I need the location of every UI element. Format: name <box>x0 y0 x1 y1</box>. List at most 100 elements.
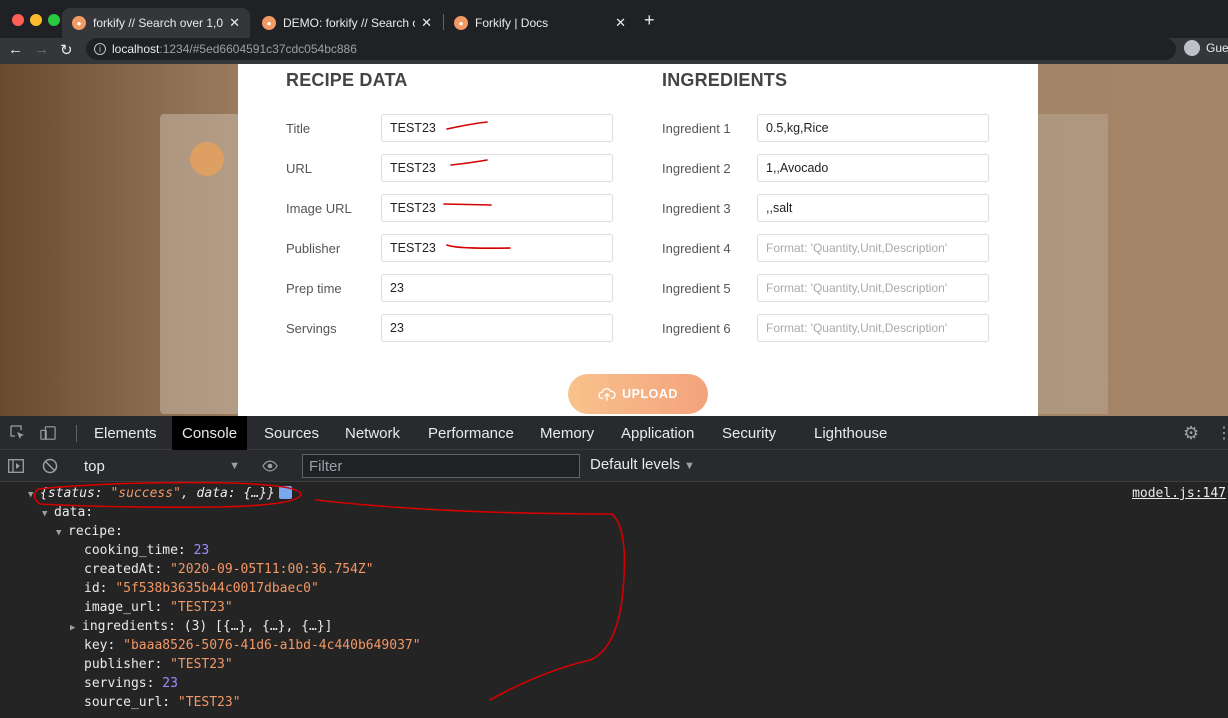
page-viewport: RECIPE DATA INGREDIENTS Title TEST23 URL… <box>0 64 1228 416</box>
ingredient-4-label: Ingredient 4 <box>662 241 731 256</box>
property-row: key: "baaa8526-5076-41d6-a1bd-4c440b6490… <box>84 636 421 655</box>
prep-time-label: Prep time <box>286 281 342 296</box>
ingredient-3-input[interactable]: ,,salt <box>757 194 989 222</box>
log-object-summary[interactable]: ▼ {status: "success", data: {…}} <box>28 484 292 505</box>
tab-security[interactable]: Security <box>712 416 786 450</box>
upload-button[interactable]: UPLOAD <box>568 374 708 414</box>
browser-tab-docs[interactable]: ● Forkify | Docs ✕ <box>444 8 636 38</box>
servings-label: Servings <box>286 321 337 336</box>
ingredient-1-label: Ingredient 1 <box>662 121 731 136</box>
address-bar[interactable]: i localhost:1234/#5ed6604591c37cdc054bc8… <box>86 38 1176 60</box>
browser-tab-demo[interactable]: ● DEMO: forkify // Search over 1,0 ✕ <box>252 8 442 38</box>
background-page-panel <box>1038 114 1108 414</box>
ingredient-6-input[interactable]: Format: 'Quantity,Unit,Description' <box>757 314 989 342</box>
clear-console-icon[interactable] <box>42 458 58 474</box>
settings-gear-icon[interactable]: ⚙ <box>1183 423 1199 443</box>
dropdown-caret-icon: ▼ <box>229 460 240 472</box>
close-tab-icon[interactable]: ✕ <box>229 15 240 31</box>
tab-performance[interactable]: Performance <box>418 416 524 450</box>
minimize-window-button[interactable] <box>30 14 42 26</box>
recipe-data-heading: RECIPE DATA <box>286 70 408 90</box>
ingredients-heading: INGREDIENTS <box>662 70 788 90</box>
tab-lighthouse[interactable]: Lighthouse <box>804 416 897 450</box>
log-levels-dropdown[interactable]: Default levels ▼ <box>590 456 695 473</box>
live-expression-eye-icon[interactable] <box>262 458 278 474</box>
dropdown-caret-icon: ▼ <box>684 460 695 472</box>
ingredient-1-input[interactable]: 0.5,kg,Rice <box>757 114 989 142</box>
device-toolbar-icon[interactable] <box>40 425 56 441</box>
back-arrow-icon[interactable]: ← <box>8 41 23 58</box>
property-key: id: <box>84 581 116 596</box>
inspect-element-icon[interactable] <box>10 425 26 441</box>
tab-title: Forkify | Docs <box>475 16 549 30</box>
tab-sources[interactable]: Sources <box>254 416 329 450</box>
close-tab-icon[interactable]: ✕ <box>615 15 626 31</box>
url-host: localhost <box>112 42 160 56</box>
console-toolbar: top ▼ Filter Default levels ▼ <box>0 450 1228 482</box>
image-url-label: Image URL <box>286 201 352 216</box>
servings-input[interactable]: 23 <box>381 314 613 342</box>
forward-arrow-icon[interactable]: → <box>34 41 49 58</box>
info-badge-icon <box>278 486 292 499</box>
property-row: createdAt: "2020-09-05T11:00:36.754Z" <box>84 560 374 579</box>
profile-avatar-icon <box>1184 40 1200 56</box>
tab-application[interactable]: Application <box>611 416 704 450</box>
console-filter-input[interactable]: Filter <box>302 454 580 478</box>
image-url-input[interactable]: TEST23 <box>381 194 613 222</box>
expanded-arrow-icon[interactable]: ▼ <box>56 524 68 543</box>
property-key: publisher: <box>84 657 171 672</box>
devtools-tab-bar: Elements Console Sources Network Perform… <box>0 416 1228 450</box>
tab-title: DEMO: forkify // Search over 1,0 <box>283 16 415 30</box>
tab-memory[interactable]: Memory <box>530 416 604 450</box>
collapsed-arrow-icon[interactable]: ▶ <box>70 619 82 638</box>
tab-network[interactable]: Network <box>335 416 410 450</box>
browser-tab-forkify[interactable]: ● forkify // Search over 1,000,000 ✕ <box>62 8 250 38</box>
ingredient-5-input[interactable]: Format: 'Quantity,Unit,Description' <box>757 274 989 302</box>
new-tab-icon[interactable]: + <box>644 10 655 31</box>
javascript-context-select[interactable]: top ▼ <box>76 455 244 477</box>
url-label: URL <box>286 161 313 176</box>
ingredient-5-label: Ingredient 5 <box>662 281 731 296</box>
browser-toolbar: ← → ↻ i localhost:1234/#5ed6604591c37cdc… <box>0 38 1228 64</box>
upload-button-label: UPLOAD <box>622 387 678 401</box>
property-value: "TEST23" <box>177 695 241 710</box>
title-input[interactable]: TEST23 <box>381 114 613 142</box>
tab-title: forkify // Search over 1,000,000 <box>93 16 224 30</box>
tab-console[interactable]: Console <box>172 416 248 450</box>
tree-node-recipe[interactable]: ▼ recipe: <box>56 522 123 543</box>
background-logo-icon <box>190 142 224 176</box>
reload-icon[interactable]: ↻ <box>60 41 73 59</box>
property-key: source_url: <box>84 695 178 710</box>
ingredient-2-input[interactable]: 1,,Avocado <box>757 154 989 182</box>
property-row: servings: 23 <box>84 674 178 693</box>
site-info-icon[interactable]: i <box>94 43 106 55</box>
property-value: 23 <box>162 676 178 691</box>
zoom-window-button[interactable] <box>48 14 60 26</box>
expanded-arrow-icon[interactable]: ▼ <box>28 486 40 505</box>
property-row: image_url: "TEST23" <box>84 598 233 617</box>
source-location-link[interactable]: model.js:147 <box>1132 486 1226 501</box>
ingredient-4-input[interactable]: Format: 'Quantity,Unit,Description' <box>757 234 989 262</box>
url-path: :1234/#5ed6604591c37cdc054bc886 <box>159 42 357 56</box>
property-row: cooking_time: 23 <box>84 541 209 560</box>
close-window-button[interactable] <box>12 14 24 26</box>
summary-open: {status: <box>40 486 111 501</box>
publisher-input[interactable]: TEST23 <box>381 234 613 262</box>
property-row: publisher: "TEST23" <box>84 655 233 674</box>
expanded-arrow-icon[interactable]: ▼ <box>42 505 54 524</box>
prep-time-input[interactable]: 23 <box>381 274 613 302</box>
forkify-favicon-icon: ● <box>262 16 276 30</box>
url-input[interactable]: TEST23 <box>381 154 613 182</box>
title-label: Title <box>286 121 311 136</box>
tree-node-data[interactable]: ▼ data: <box>42 503 93 524</box>
tab-elements[interactable]: Elements <box>84 416 167 450</box>
tree-node-ingredients[interactable]: ▶ ingredients: (3) [{…}, {…}, {…}] <box>70 617 332 638</box>
profile-button[interactable]: Gue <box>1184 40 1228 56</box>
property-row: source_url: "TEST23" <box>84 693 241 712</box>
property-key: image_url: <box>84 600 171 615</box>
show-sidebar-icon[interactable] <box>8 458 24 474</box>
cloud-upload-icon <box>598 388 616 401</box>
more-options-icon[interactable]: ⋮ <box>1216 425 1228 442</box>
close-tab-icon[interactable]: ✕ <box>421 15 432 31</box>
property-key: servings: <box>84 676 163 691</box>
